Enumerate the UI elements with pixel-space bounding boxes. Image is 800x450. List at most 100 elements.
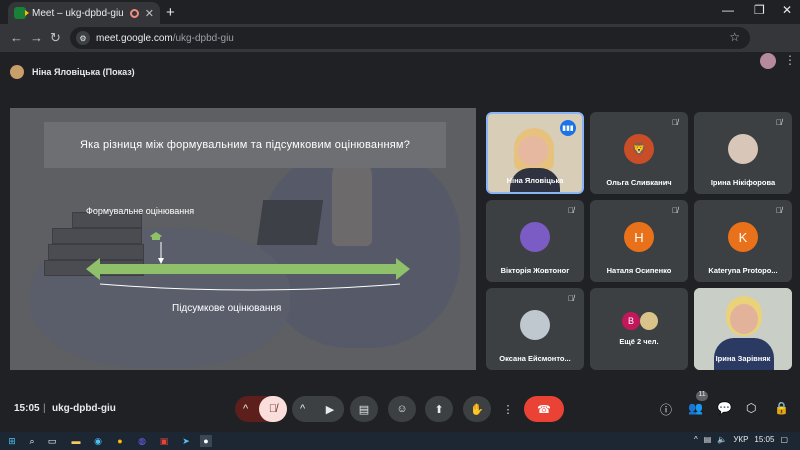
slide-label-summative: Підсумкове оцінювання <box>172 303 282 314</box>
participant-name: Вікторія Жовтоног <box>500 266 570 275</box>
meeting-time: 15:05 <box>14 403 40 414</box>
chevron-up-icon: ^ <box>243 403 249 415</box>
mic-toggle-button[interactable]: 🎙̸ <box>259 396 287 422</box>
participant-tile[interactable]: 🎙̸ Оксана Ейсмонто... <box>486 288 584 370</box>
telegram-icon[interactable]: ➤ <box>180 435 192 447</box>
raise-hand-button[interactable]: ✋ <box>463 396 491 422</box>
os-taskbar: ⊞ ⌕ ▭ ▬ ◉ ● ◍ ▣ ➤ ● ^ ▤ 🔈 УКР 15:05 ▢ <box>0 432 800 450</box>
more-options-button[interactable]: ⋮ <box>498 396 518 422</box>
participant-name: Ірина Зарівняк <box>715 354 771 363</box>
edge-icon[interactable]: ◉ <box>92 435 104 447</box>
mic-off-icon: 🎙̸ <box>268 403 278 415</box>
tab-title: Meet – ukg-dpbd-giu <box>32 7 124 19</box>
participant-tile[interactable]: 🎙̸ Ірина Нікіфорова <box>694 112 792 194</box>
meeting-separator: | <box>43 403 46 414</box>
captions-icon: ▤ <box>358 403 370 416</box>
meeting-code: ukg-dpbd-giu <box>52 403 116 414</box>
window-close-icon[interactable]: ✕ <box>782 3 792 17</box>
task-view-icon[interactable]: ▭ <box>46 435 58 447</box>
group-photo-avatar <box>640 312 658 330</box>
mic-off-icon: 🎙̸ <box>672 206 678 215</box>
browser-tab[interactable]: Meet – ukg-dpbd-giu ✕ <box>8 2 160 24</box>
double-arrow <box>86 258 410 280</box>
participant-letter-avatar: Н <box>624 222 654 252</box>
hang-up-icon: ☎ <box>537 403 551 416</box>
tab-close-icon[interactable]: ✕ <box>145 7 154 20</box>
mic-off-icon: 🎙̸ <box>776 206 782 215</box>
url-host: meet.google.com <box>96 32 173 44</box>
meet-favicon-icon <box>14 7 29 19</box>
url-path: /ukg-dpbd-giu <box>172 32 234 44</box>
participant-name: Kateryna Protopo... <box>708 266 778 275</box>
back-arrow-icon[interactable]: ← <box>10 30 23 45</box>
new-tab-button[interactable]: + <box>166 4 175 21</box>
chevron-up-icon: ^ <box>300 403 306 415</box>
participant-letter-avatar: K <box>728 222 758 252</box>
participant-photo <box>520 310 550 340</box>
site-info-icon[interactable]: ⚙ <box>76 31 90 45</box>
camera-toggle-button[interactable]: ▶ <box>316 396 344 422</box>
people-icon[interactable]: 👥 <box>688 401 703 415</box>
meeting-info-icon[interactable]: ⓘ <box>660 401 672 418</box>
present-button[interactable]: ⬆ <box>425 396 453 422</box>
volume-icon[interactable]: 🔈 <box>717 435 727 444</box>
windows-start-icon[interactable]: ⊞ <box>6 435 18 447</box>
search-icon[interactable]: ⌕ <box>26 435 38 447</box>
participant-tile[interactable]: 🎙̸ K Kateryna Protopo... <box>694 200 792 282</box>
omnibox[interactable]: ⚙ meet.google.com /ukg-dpbd-giu ☆ <box>70 27 750 49</box>
presenter-label: Ніна Яловіцька (Показ) <box>32 67 135 77</box>
presentation-slide: Яка різниця між формувальним та підсумко… <box>10 108 476 370</box>
participant-tile[interactable]: 🎙̸ Н Наталя Осипенко <box>590 200 688 282</box>
slide-arrow-graphic <box>86 232 410 291</box>
presenter-bar: Ніна Яловіцька (Показ) <box>10 62 480 82</box>
captions-button[interactable]: ▤ <box>350 396 378 422</box>
participant-photo: 🦁 <box>624 134 654 164</box>
minimize-icon[interactable]: — <box>722 3 734 17</box>
emoji-icon: ☺ <box>396 403 408 415</box>
chrome-icon[interactable]: ● <box>114 435 126 447</box>
notifications-icon[interactable]: ▢ <box>780 435 788 444</box>
participant-tile[interactable]: ▮▮▮ Ніна Яловіцька <box>486 112 584 194</box>
activities-icon[interactable]: ⬡ <box>746 401 756 415</box>
app-icon[interactable]: ▣ <box>158 435 170 447</box>
participant-name: Оксана Ейсмонто... <box>499 354 571 363</box>
viber-icon[interactable]: ◍ <box>136 435 148 447</box>
participant-photo <box>520 222 550 252</box>
reload-icon[interactable]: ↻ <box>50 30 61 46</box>
network-icon[interactable]: ▤ <box>704 435 712 444</box>
more-vert-icon: ⋮ <box>502 403 514 416</box>
presenter-avatar <box>10 65 24 79</box>
participant-tile[interactable]: 🎙̸ Вікторія Жовтоног <box>486 200 584 282</box>
language-indicator[interactable]: УКР <box>733 435 748 444</box>
participant-name: Ніна Яловіцька <box>506 176 564 185</box>
tray-chevron-icon[interactable]: ^ <box>694 435 698 444</box>
camera-icon: ▶ <box>325 403 335 416</box>
mic-off-icon: 🎙̸ <box>568 294 574 303</box>
file-explorer-icon[interactable]: ▬ <box>70 435 82 447</box>
speaking-indicator-icon: ▮▮▮ <box>560 120 576 136</box>
browser-tab-bar: Meet – ukg-dpbd-giu ✕ + — ❐ ✕ <box>0 0 800 24</box>
participant-name: Ольга Сливканич <box>606 178 672 187</box>
participant-tile[interactable]: 🎙̸ 🦁 Ольга Сливканич <box>590 112 688 194</box>
participant-name: Ещё 2 чел. <box>619 337 659 346</box>
address-bar-row: ← → ↻ ⚙ meet.google.com /ukg-dpbd-giu ☆ … <box>0 24 800 69</box>
mic-off-icon: 🎙̸ <box>568 206 574 215</box>
browser-menu-icon[interactable]: ⋮ <box>784 53 796 67</box>
maximize-icon[interactable]: ❐ <box>754 3 765 17</box>
chrome-active-icon[interactable]: ● <box>200 435 212 447</box>
mic-off-icon: 🎙̸ <box>672 118 678 127</box>
participant-tile[interactable]: Ірина Зарівняк <box>694 288 792 370</box>
participant-name: Наталя Осипенко <box>606 266 672 275</box>
forward-arrow-icon[interactable]: → <box>30 30 43 45</box>
reactions-button[interactable]: ☺ <box>388 396 416 422</box>
participant-group-tile[interactable]: В Ещё 2 чел. <box>590 288 688 370</box>
host-controls-icon[interactable]: 🔒 <box>774 401 789 415</box>
chat-icon[interactable]: 💬 <box>717 401 732 415</box>
mic-off-icon: 🎙̸ <box>776 118 782 127</box>
profile-avatar[interactable] <box>760 53 776 69</box>
end-call-button[interactable]: ☎ <box>524 396 564 422</box>
hand-icon: ✋ <box>470 403 484 416</box>
taskbar-clock[interactable]: 15:05 <box>754 435 774 444</box>
system-tray: ^ ▤ 🔈 УКР 15:05 ▢ <box>694 435 788 444</box>
bookmark-star-icon[interactable]: ☆ <box>729 30 740 44</box>
